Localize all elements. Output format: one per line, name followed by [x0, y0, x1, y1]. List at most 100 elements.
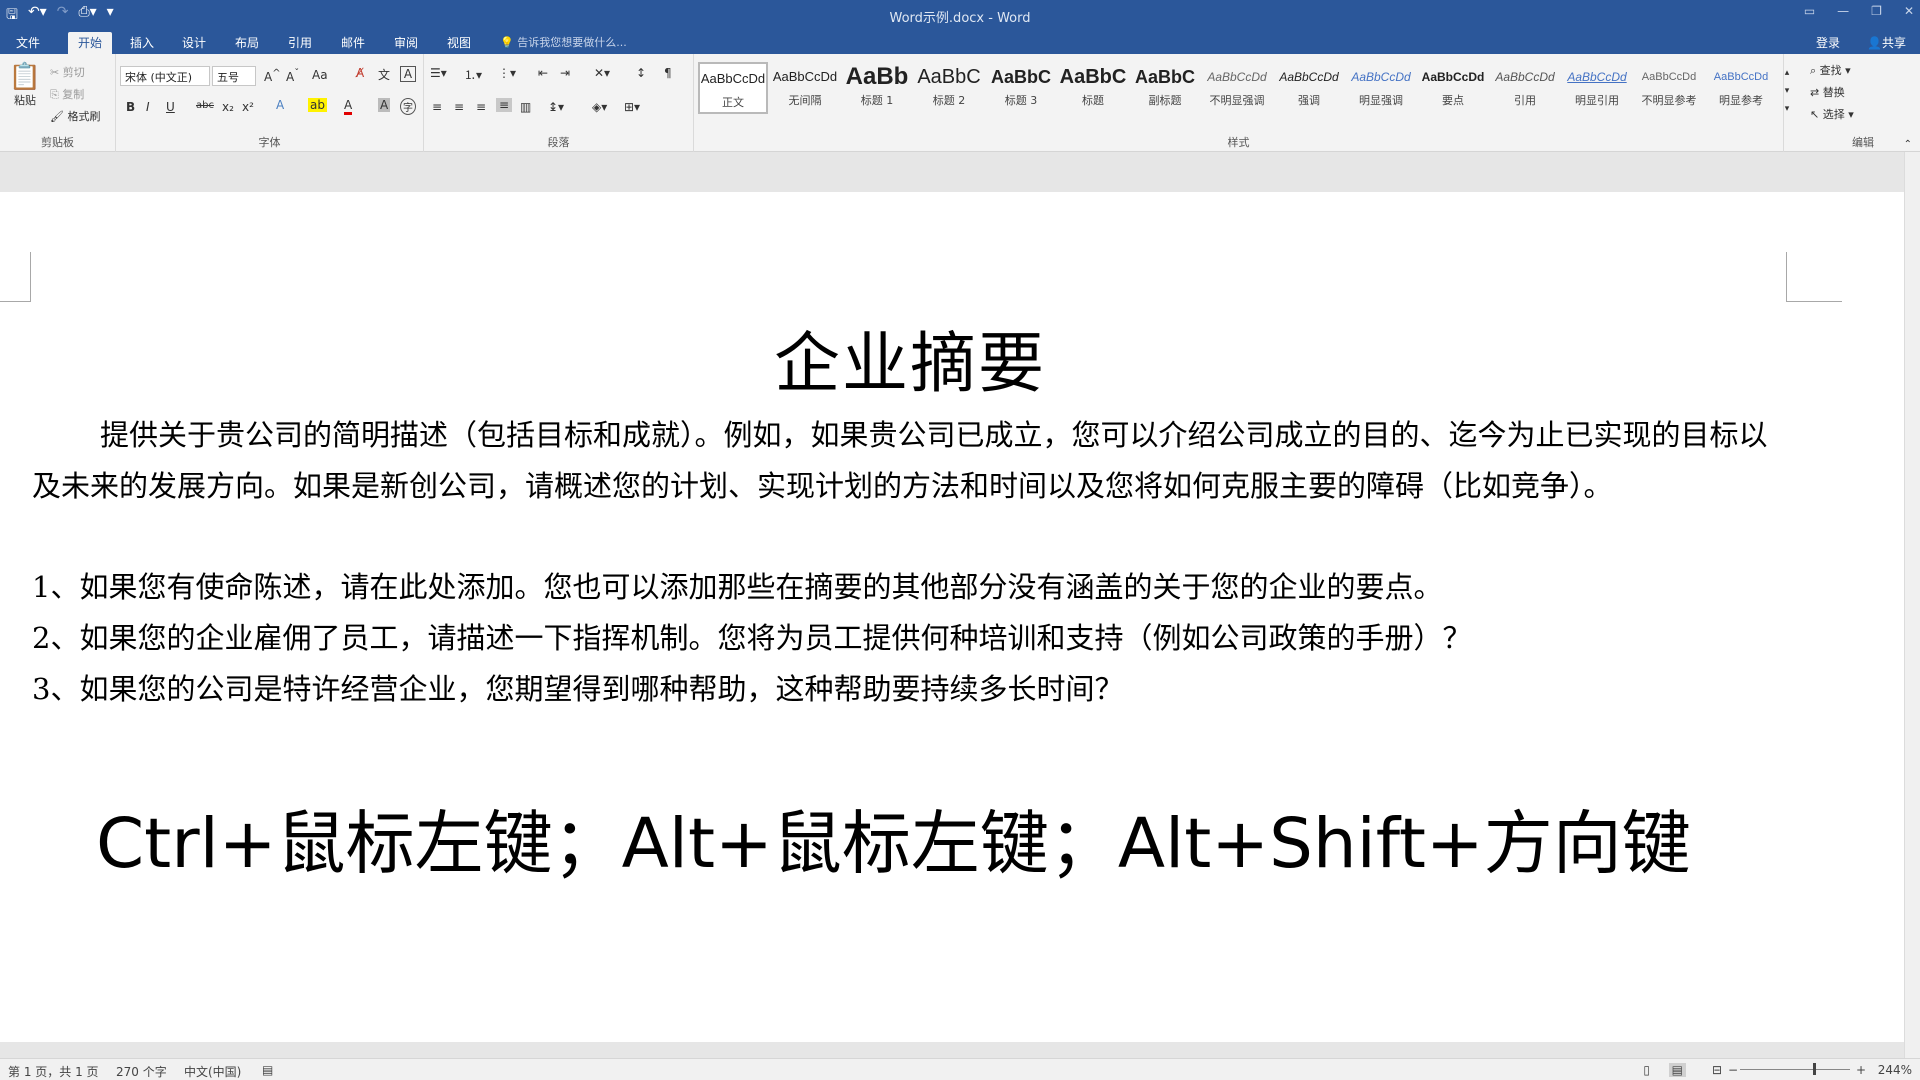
- tab-home[interactable]: 开始: [68, 32, 113, 54]
- chinese-layout-icon[interactable]: ✕▾: [594, 66, 610, 80]
- login-button[interactable]: 登录: [1816, 34, 1840, 51]
- distributed-icon[interactable]: ▥: [520, 100, 531, 114]
- document-page[interactable]: 企业摘要 提供关于贵公司的简明描述（包括目标和成就）。例如，如果贵公司已成立，您…: [0, 192, 1904, 1042]
- style-quote[interactable]: AaBbCcDd 引用: [1490, 62, 1560, 114]
- char-border-icon[interactable]: A: [400, 66, 416, 82]
- shrink-font-icon[interactable]: Aˇ: [286, 68, 299, 84]
- copy-button[interactable]: ⎘ 复制: [50, 86, 84, 102]
- tab-view[interactable]: 视图: [447, 34, 471, 51]
- minimize-icon[interactable]: —: [1837, 4, 1849, 18]
- print-layout-icon[interactable]: ▤: [1668, 1063, 1686, 1077]
- zoom-level[interactable]: 244%: [1878, 1063, 1912, 1077]
- tab-layout[interactable]: 布局: [235, 34, 259, 51]
- collapse-ribbon-icon[interactable]: ⌃: [1904, 139, 1912, 150]
- document-title: 企业摘要: [774, 325, 1046, 402]
- list-item: 1、如果您有使命陈述，请在此处添加。您也可以添加那些在摘要的其他部分没有涵盖的关…: [32, 570, 1443, 604]
- styles-scroll-icon[interactable]: ▴ ▾ ▾: [1782, 64, 1792, 118]
- decrease-indent-icon[interactable]: ⇤: [538, 66, 548, 80]
- font-name-dropdown[interactable]: 宋体 (中文正): [120, 66, 210, 86]
- find-button[interactable]: ⌕ 查找 ▾: [1810, 62, 1851, 78]
- zoom-out-icon[interactable]: −: [1728, 1063, 1738, 1077]
- vertical-scrollbar[interactable]: [1904, 152, 1920, 1062]
- clear-format-icon[interactable]: A̸: [356, 66, 364, 80]
- style-normal[interactable]: AaBbCcDd 正文: [698, 62, 768, 114]
- tab-design[interactable]: 设计: [182, 34, 206, 51]
- page-count[interactable]: 第 1 页，共 1 页: [8, 1063, 99, 1080]
- sort-icon[interactable]: ↕: [636, 66, 646, 80]
- style-intense-emphasis[interactable]: AaBbCcDd 明显强调: [1346, 62, 1416, 114]
- justify-icon[interactable]: ≡: [496, 98, 513, 112]
- align-right-icon[interactable]: ≡: [476, 100, 486, 114]
- tab-review[interactable]: 审阅: [394, 34, 418, 51]
- grow-font-icon[interactable]: A^: [264, 68, 281, 84]
- tell-me-box[interactable]: 💡 告诉我您想要做什么...: [500, 34, 627, 50]
- style-heading-1[interactable]: AaBb 标题 1: [842, 62, 912, 114]
- style-subtitle[interactable]: AaBbC 副标题: [1130, 62, 1200, 114]
- change-case-button[interactable]: Aa: [312, 68, 328, 82]
- tab-insert[interactable]: 插入: [130, 34, 154, 51]
- language[interactable]: 中文(中国): [184, 1063, 241, 1080]
- borders-icon[interactable]: ⊞▾: [624, 100, 640, 114]
- multilevel-list-icon[interactable]: ⋮▾: [498, 66, 516, 80]
- style-subtle-emphasis[interactable]: AaBbCcDd 不明显强调: [1202, 62, 1272, 114]
- read-mode-icon[interactable]: ▯: [1643, 1063, 1650, 1077]
- lightbulb-icon: 💡: [500, 36, 514, 49]
- select-button[interactable]: ↖ 选择 ▾: [1810, 106, 1854, 122]
- style-intense-quote[interactable]: AaBbCcDd 明显引用: [1562, 62, 1632, 114]
- subscript-button[interactable]: x₂: [222, 100, 234, 114]
- superscript-button[interactable]: x²: [242, 100, 254, 114]
- italic-button[interactable]: I: [146, 100, 150, 114]
- align-center-icon[interactable]: ≡: [454, 100, 464, 114]
- cut-button[interactable]: ✂ 剪切: [50, 64, 85, 80]
- style-emphasis[interactable]: AaBbCcDd 强调: [1274, 62, 1344, 114]
- style-name: 明显引用: [1575, 94, 1619, 107]
- zoom-in-icon[interactable]: +: [1856, 1063, 1866, 1077]
- bold-button[interactable]: B: [126, 100, 135, 114]
- format-painter-button[interactable]: 🖌 格式刷: [50, 108, 100, 124]
- style-name: 引用: [1514, 94, 1536, 107]
- ribbon-display-icon[interactable]: ▭: [1804, 4, 1815, 18]
- style-name: 标题 2: [932, 94, 966, 107]
- style-name: 正文: [722, 96, 744, 109]
- strikethrough-button[interactable]: abc: [196, 100, 214, 111]
- line-spacing-icon[interactable]: ↨▾: [548, 100, 564, 114]
- style-heading-3[interactable]: AaBbC 标题 3: [986, 62, 1056, 114]
- web-layout-icon[interactable]: ⊟: [1712, 1063, 1722, 1077]
- tab-mailings[interactable]: 邮件: [341, 34, 365, 51]
- word-count[interactable]: 270 个字: [116, 1063, 167, 1080]
- underline-button[interactable]: U: [166, 100, 175, 114]
- text-effects-icon[interactable]: A: [276, 98, 284, 112]
- align-left-icon[interactable]: ≡: [432, 100, 442, 114]
- style-title[interactable]: AaBbC 标题: [1058, 62, 1128, 114]
- restore-icon[interactable]: ❐: [1871, 4, 1882, 18]
- font-size-dropdown[interactable]: 五号: [212, 66, 256, 86]
- styles-group: AaBbCcDd 正文 AaBbCcDd 无间隔 AaBb 标题 1 AaBbC 标题 …: [694, 54, 1789, 152]
- tab-file[interactable]: 文件: [16, 34, 40, 51]
- replace-button[interactable]: ⇄ 替换: [1810, 84, 1845, 100]
- zoom-slider[interactable]: [1740, 1069, 1850, 1070]
- enclose-char-icon[interactable]: 字: [400, 98, 416, 115]
- increase-indent-icon[interactable]: ⇥: [560, 66, 570, 80]
- close-icon[interactable]: ✕: [1904, 4, 1914, 18]
- char-shading-icon[interactable]: A: [378, 98, 391, 112]
- tell-me-text: 告诉我您想要做什么...: [517, 36, 627, 49]
- shading-icon[interactable]: ◈▾: [592, 100, 607, 114]
- zoom-slider-thumb[interactable]: [1813, 1063, 1816, 1075]
- style-intense-reference[interactable]: AaBbCcDd 明显参考: [1706, 62, 1776, 114]
- phonetic-guide-icon[interactable]: 文: [378, 66, 390, 83]
- paste-button[interactable]: 📋 粘贴: [8, 62, 42, 108]
- show-marks-icon[interactable]: ¶: [664, 66, 672, 80]
- font-color-icon[interactable]: A: [344, 98, 353, 115]
- bullets-icon[interactable]: ☰▾: [430, 66, 447, 80]
- style-preview: AaBbCcDd: [700, 71, 766, 86]
- numbering-icon[interactable]: ⒈▾: [464, 66, 482, 83]
- style-strong[interactable]: AaBbCcDd 要点: [1418, 62, 1488, 114]
- share-button[interactable]: 👤共享: [1867, 34, 1906, 51]
- proofing-icon[interactable]: ▤: [262, 1063, 273, 1077]
- style-subtle-reference[interactable]: AaBbCcDd 不明显参考: [1634, 62, 1704, 114]
- style-heading-2[interactable]: AaBbC 标题 2: [914, 62, 984, 114]
- style-no-spacing[interactable]: AaBbCcDd 无间隔: [770, 62, 840, 114]
- highlight-icon[interactable]: ab: [308, 98, 327, 112]
- window-controls: ▭ — ❐ ✕: [1804, 4, 1914, 18]
- tab-references[interactable]: 引用: [288, 34, 312, 51]
